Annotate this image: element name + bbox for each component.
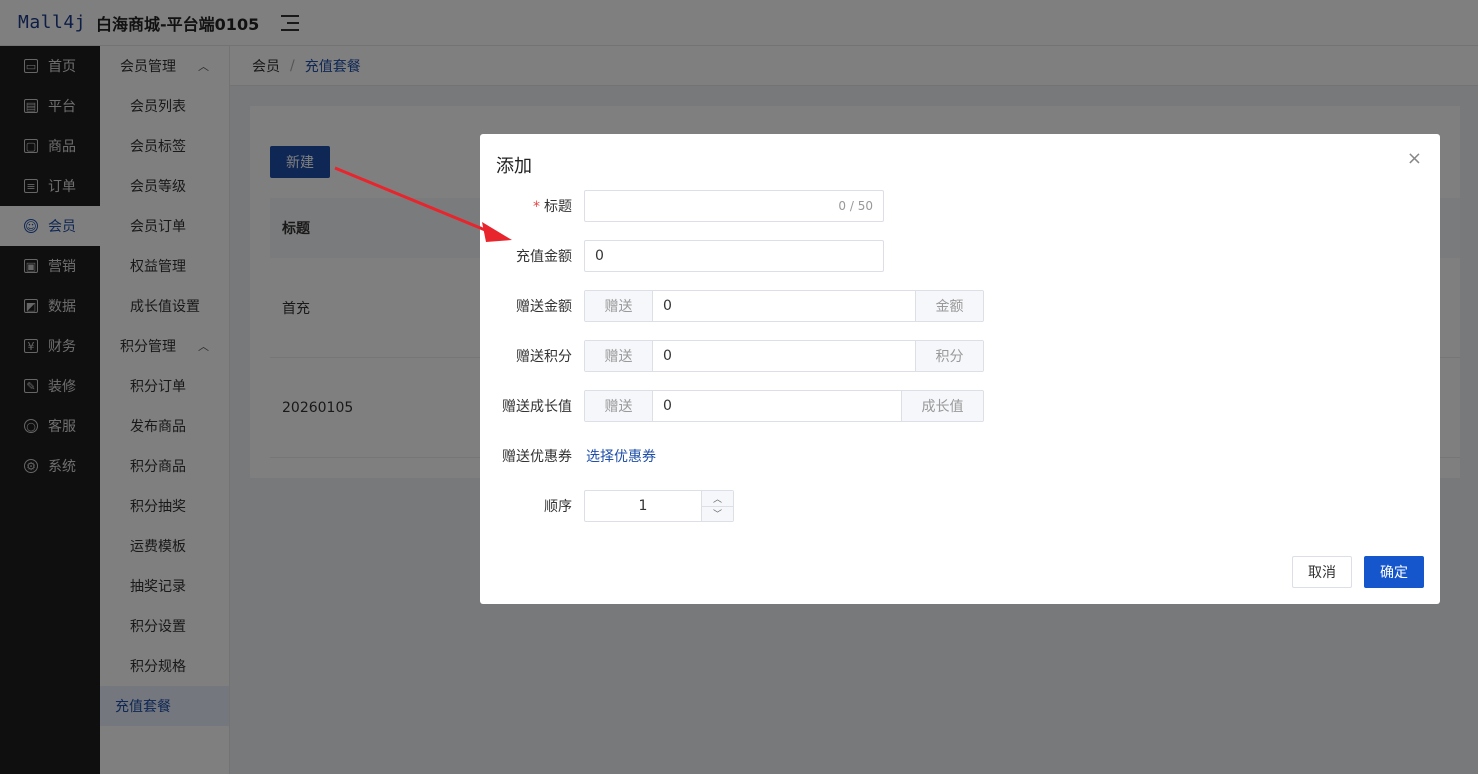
- bonus-growth-value: 0: [663, 398, 672, 414]
- select-coupon-link[interactable]: 选择优惠券: [586, 446, 656, 466]
- order-label: 顺序: [544, 499, 572, 515]
- order-stepper: 1 ︿ ﹀: [584, 490, 734, 522]
- title-input[interactable]: 0 / 50: [584, 190, 884, 222]
- cancel-button[interactable]: 取消: [1292, 556, 1352, 588]
- bonus-growth-group: 赠送 0 成长值: [584, 390, 984, 422]
- bonus-growth-suffix: 成长值: [901, 391, 983, 421]
- title-label: * 标题: [480, 196, 584, 216]
- bonus-growth-input[interactable]: 0: [653, 391, 901, 421]
- close-icon[interactable]: ×: [1407, 148, 1422, 169]
- bonus-points-label: 赠送积分: [516, 349, 572, 365]
- amount-value: 0: [595, 248, 604, 264]
- bonus-growth-label: 赠送成长值: [502, 399, 572, 415]
- bonus-amount-value: 0: [663, 298, 672, 314]
- bonus-points-group: 赠送 0 积分: [584, 340, 984, 372]
- order-value: 1: [638, 498, 648, 514]
- form-row-order: 顺序 1 ︿ ﹀: [480, 490, 1440, 522]
- confirm-button[interactable]: 确定: [1364, 556, 1424, 588]
- form-row-coupon: 赠送优惠券 选择优惠券: [480, 440, 1440, 472]
- add-dialog: 添加 × * 标题 0 / 50 充值金额 0 赠送金额 赠送 0 金额 赠送积分…: [480, 134, 1440, 604]
- coupon-label: 赠送优惠券: [502, 449, 572, 465]
- amount-input[interactable]: 0: [584, 240, 884, 272]
- amount-label: 充值金额: [516, 249, 572, 265]
- order-input[interactable]: 1: [585, 491, 701, 521]
- bonus-points-prefix: 赠送: [585, 341, 653, 371]
- title-char-counter: 0 / 50: [838, 199, 873, 213]
- bonus-amount-suffix: 金额: [915, 291, 983, 321]
- title-label-text: 标题: [544, 199, 572, 215]
- form-row-bonus-points: 赠送积分 赠送 0 积分: [480, 340, 1440, 372]
- chevron-up-icon[interactable]: ︿: [702, 491, 733, 507]
- bonus-growth-prefix: 赠送: [585, 391, 653, 421]
- bonus-amount-label: 赠送金额: [516, 299, 572, 315]
- dialog-title: 添加: [496, 156, 532, 177]
- form-row-bonus-growth: 赠送成长值 赠送 0 成长值: [480, 390, 1440, 422]
- form-row-amount: 充值金额 0: [480, 240, 1440, 272]
- form-row-title: * 标题 0 / 50: [480, 190, 1440, 222]
- bonus-points-suffix: 积分: [915, 341, 983, 371]
- bonus-amount-prefix: 赠送: [585, 291, 653, 321]
- bonus-points-value: 0: [663, 348, 672, 364]
- bonus-points-input[interactable]: 0: [653, 341, 915, 371]
- chevron-down-icon[interactable]: ﹀: [702, 507, 733, 522]
- form-row-bonus-amount: 赠送金额 赠送 0 金额: [480, 290, 1440, 322]
- required-mark: *: [533, 199, 540, 215]
- bonus-amount-input[interactable]: 0: [653, 291, 915, 321]
- bonus-amount-group: 赠送 0 金额: [584, 290, 984, 322]
- stepper-controls: ︿ ﹀: [701, 491, 733, 521]
